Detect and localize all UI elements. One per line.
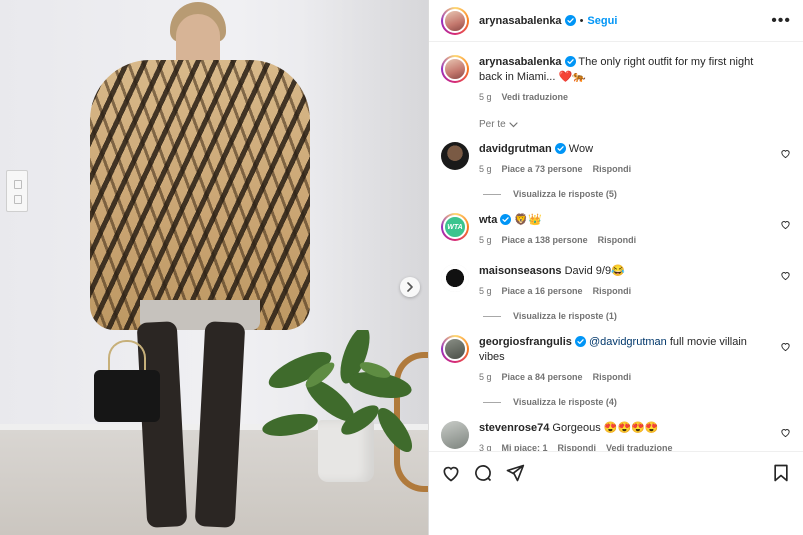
person-figure <box>80 0 320 535</box>
comment-body: wta 🦁👑 5 g Piace a 138 persone Rispondi <box>479 213 791 248</box>
comment-body: maisonseasons David 9/9😂 5 g Piace a 16 … <box>479 264 791 299</box>
comment-avatar[interactable] <box>441 335 469 363</box>
comment-likes[interactable]: Piace a 138 persone <box>502 233 588 248</box>
verified-badge-icon <box>564 15 576 26</box>
more-options-button[interactable]: ••• <box>771 12 791 30</box>
reply-button[interactable]: Rispondi <box>593 162 632 177</box>
comment-avatar[interactable]: WTA <box>441 213 469 241</box>
view-replies-button[interactable]: Visualizza le risposte (4) <box>483 397 791 407</box>
comment-time[interactable]: 5 g <box>479 162 492 177</box>
view-replies-label: Visualizza le risposte (4) <box>513 397 617 407</box>
comment-likes[interactable]: Piace a 73 persone <box>502 162 583 177</box>
post-actions-bar <box>429 451 803 493</box>
filter-label: Per te <box>479 119 506 130</box>
comment-time[interactable]: 5 g <box>479 370 492 385</box>
carousel-next-button[interactable] <box>400 277 420 297</box>
comment-likes[interactable]: Piace a 84 persone <box>502 370 583 385</box>
replies-line <box>483 193 501 195</box>
comment-avatar[interactable] <box>441 264 469 292</box>
comment-icon[interactable] <box>473 463 493 483</box>
comment-username[interactable]: davidgrutman <box>479 143 552 155</box>
view-replies-button[interactable]: Visualizza le risposte (5) <box>483 189 791 199</box>
heart-icon[interactable] <box>780 270 791 281</box>
reply-button[interactable]: Rispondi <box>598 233 637 248</box>
verified-badge-icon <box>500 214 512 225</box>
caption-time[interactable]: 5 g <box>479 90 492 105</box>
post-side-panel: arynasabalenka • Segui ••• arynasabalenk… <box>428 0 803 535</box>
wta-logo: WTA <box>447 223 463 231</box>
comment-row: davidgrutman Wow 5 g Piace a 73 persone … <box>441 142 791 177</box>
verified-badge-icon <box>564 56 576 67</box>
wall-outlet <box>6 170 28 212</box>
comment-time[interactable]: 5 g <box>479 284 492 299</box>
view-replies-label: Visualizza le risposte (1) <box>513 311 617 321</box>
comment-body: georgiosfrangulis @davidgrutman full mov… <box>479 335 791 385</box>
author-username[interactable]: arynasabalenka <box>479 15 562 27</box>
heart-icon[interactable] <box>780 219 791 230</box>
comment-meta: 5 g Piace a 84 persone Rispondi <box>479 370 769 385</box>
reply-button[interactable]: Rispondi <box>593 284 632 299</box>
comment-avatar[interactable] <box>441 421 469 449</box>
comment-text: Wow <box>568 143 594 155</box>
share-icon[interactable] <box>505 463 525 483</box>
tiger-fur-coat <box>90 60 310 330</box>
comments-list[interactable]: arynasabalenka The only right outfit for… <box>429 43 803 451</box>
heart-icon[interactable] <box>441 463 461 483</box>
caption-avatar[interactable] <box>441 55 469 83</box>
comment-filter-dropdown[interactable]: Per te <box>479 119 791 130</box>
heart-icon[interactable] <box>780 341 791 352</box>
replies-line <box>483 401 501 403</box>
comment-time[interactable]: 3 g <box>479 441 492 451</box>
instagram-post-modal: arynasabalenka • Segui ••• arynasabalenk… <box>0 0 803 535</box>
translate-link[interactable]: Vedi traduzione <box>502 90 569 105</box>
comment-row: stevenrose74 Gorgeous 😍😍😍😍 3 g Mi piace:… <box>441 421 791 451</box>
follow-button[interactable]: Segui <box>587 15 617 27</box>
caption-meta: 5 g Vedi traduzione <box>479 90 769 105</box>
comment-body: davidgrutman Wow 5 g Piace a 73 persone … <box>479 142 791 177</box>
right-leg <box>194 321 246 528</box>
author-avatar[interactable] <box>441 6 469 35</box>
verified-badge-icon <box>554 143 566 154</box>
comment-body: stevenrose74 Gorgeous 😍😍😍😍 3 g Mi piace:… <box>479 421 791 451</box>
caption-row: arynasabalenka The only right outfit for… <box>441 55 791 105</box>
comment-text: David 9/9😂 <box>564 265 625 277</box>
post-photo[interactable] <box>0 0 428 535</box>
verified-badge-icon <box>574 336 586 347</box>
separator-dot: • <box>579 14 584 27</box>
comment-likes[interactable]: Mi piace: 1 <box>502 441 548 451</box>
comment-row: georgiosfrangulis @davidgrutman full mov… <box>441 335 791 385</box>
comment-text: 🦁👑 <box>514 214 542 226</box>
caption-username[interactable]: arynasabalenka <box>479 56 562 68</box>
comment-username[interactable]: georgiosfrangulis <box>479 336 572 348</box>
replies-line <box>483 315 501 317</box>
bookmark-icon[interactable] <box>771 463 791 483</box>
comment-text: Gorgeous 😍😍😍😍 <box>552 422 659 434</box>
comment-meta: 5 g Piace a 73 persone Rispondi <box>479 162 769 177</box>
view-replies-button[interactable]: Visualizza le risposte (1) <box>483 311 791 321</box>
comment-meta: 5 g Piace a 138 persone Rispondi <box>479 233 769 248</box>
translate-link[interactable]: Vedi traduzione <box>606 441 673 451</box>
mention-link[interactable]: @davidgrutman <box>589 336 667 348</box>
view-replies-label: Visualizza le risposte (5) <box>513 189 617 199</box>
heart-icon[interactable] <box>780 427 791 438</box>
comment-time[interactable]: 5 g <box>479 233 492 248</box>
caption-body: arynasabalenka The only right outfit for… <box>479 55 791 105</box>
comment-row: WTA wta 🦁👑 5 g Piace a 138 persone Rispo… <box>441 213 791 248</box>
comment-username[interactable]: wta <box>479 214 497 226</box>
handbag <box>94 370 160 422</box>
reply-button[interactable]: Rispondi <box>558 441 597 451</box>
comment-username[interactable]: maisonseasons <box>479 265 562 277</box>
reply-button[interactable]: Rispondi <box>593 370 632 385</box>
heart-icon[interactable] <box>780 148 791 159</box>
comment-avatar[interactable] <box>441 142 469 170</box>
comment-likes[interactable]: Piace a 16 persone <box>502 284 583 299</box>
post-header: arynasabalenka • Segui ••• <box>429 0 803 42</box>
comment-meta: 5 g Piace a 16 persone Rispondi <box>479 284 769 299</box>
chevron-right-icon <box>407 282 413 292</box>
chevron-down-icon <box>509 121 518 127</box>
comment-username[interactable]: stevenrose74 <box>479 422 549 434</box>
comment-meta: 3 g Mi piace: 1 Rispondi Vedi traduzione <box>479 441 769 451</box>
comment-row: maisonseasons David 9/9😂 5 g Piace a 16 … <box>441 264 791 299</box>
